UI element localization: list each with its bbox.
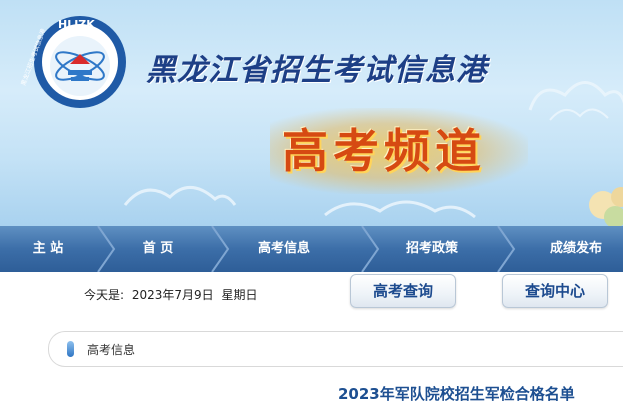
breadcrumb-item-gaokao-info[interactable]: 高考信息	[87, 341, 135, 358]
nav-divider	[361, 226, 380, 272]
cloud-swirl-decoration	[123, 186, 237, 206]
nav-divider	[497, 226, 516, 272]
site-banner: HLJZK 黑龙江招生考试信息港 黑龙江省招生考试信息港 高考频道	[0, 0, 623, 226]
flower-decoration	[589, 187, 623, 226]
site-title: 黑龙江省招生考试信息港	[146, 53, 487, 88]
date-prefix: 今天是:	[84, 288, 125, 302]
gaokao-query-button[interactable]: 高考查询	[350, 274, 456, 308]
date-value: 2023年7月9日	[131, 288, 214, 302]
nav-item-main-site[interactable]: 主 站	[18, 226, 78, 272]
nav-divider	[97, 226, 116, 272]
pill-marker-icon	[67, 341, 74, 357]
weekday-value: 星期日	[221, 288, 258, 302]
nav-item-home[interactable]: 首 页	[126, 226, 190, 272]
nav-item-score-release[interactable]: 成绩发布	[540, 226, 612, 272]
nav-divider	[211, 226, 230, 272]
logo-wordmark: HLJZK	[58, 18, 95, 31]
nav-item-gaokao-info[interactable]: 高考信息	[248, 226, 320, 272]
channel-title: 高考频道	[282, 124, 486, 178]
nav-item-admission-policy[interactable]: 招考政策	[396, 226, 468, 272]
date-display: 今天是: 2023年7月9日 星期日	[84, 286, 262, 303]
query-center-button[interactable]: 查询中心	[502, 274, 608, 308]
main-nav: 主 站 首 页 高考信息 招考政策 成绩发布	[0, 226, 623, 272]
article-title: 2023年军队院校招生军检合格名单	[338, 385, 575, 403]
breadcrumb: 高考信息	[48, 331, 623, 367]
cloud-swirl-decoration	[528, 81, 623, 121]
